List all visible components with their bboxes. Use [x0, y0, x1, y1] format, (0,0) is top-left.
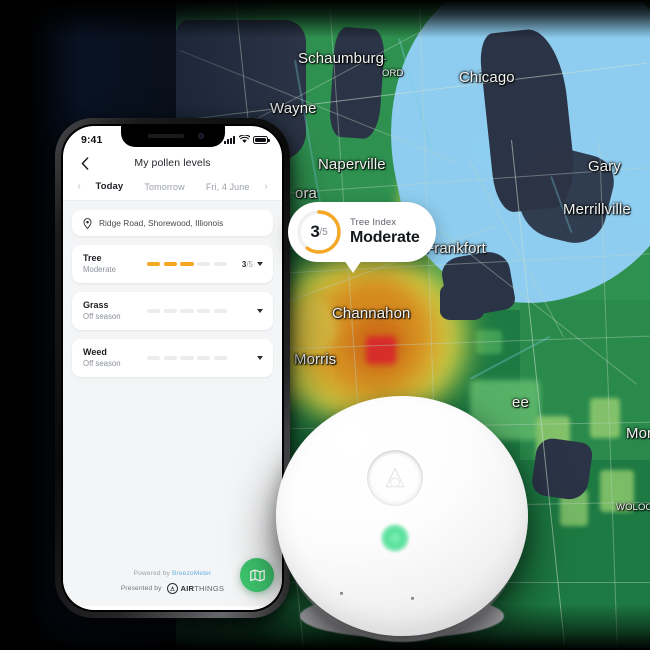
wifi-icon: [238, 135, 250, 143]
airthings-a-logo-icon: [365, 448, 425, 508]
day-tab[interactable]: Tomorrow: [144, 182, 184, 192]
pollen-level-segment: [180, 262, 194, 266]
prev-day-button[interactable]: ‹: [73, 181, 85, 192]
callout-label: Tree Index: [350, 217, 397, 228]
presented-by-text: Presented by: [120, 585, 162, 592]
map-fab-button[interactable]: [240, 558, 274, 592]
pollen-status: Moderate: [83, 264, 116, 274]
pollen-list: Tree Moderate 3/5 Grass Off season Weed Off se…: [72, 245, 273, 377]
callout-value: Moderate: [350, 229, 420, 246]
pollen-row[interactable]: Weed Off season: [72, 339, 273, 377]
pollen-status: Off season: [83, 358, 121, 368]
gauge-score: 3: [310, 222, 320, 241]
location-text: Ridge Road, Shorewood, Illionois: [99, 218, 224, 228]
airthings-logo: AIRTHINGS: [166, 583, 225, 594]
phone-mockup: 9:41 My pollen levels ‹ Today Tomorrow F…: [55, 118, 290, 618]
expand-chevron-icon[interactable]: [257, 262, 263, 266]
pollen-level-bar: [141, 262, 233, 266]
airthings-wordmark: AIRTHINGS: [181, 584, 225, 593]
map-label: Wayne: [270, 100, 317, 117]
app-content: Ridge Road, Shorewood, Illionois Tree Mod…: [63, 201, 282, 606]
pollen-value: 3/5: [242, 260, 253, 269]
pollen-name: Tree: [83, 253, 102, 264]
map-label: Chicago: [459, 69, 515, 86]
day-tabs[interactable]: ‹ Today Tomorrow Fri, 4 June ›: [63, 177, 282, 201]
map-label: Moro: [626, 425, 650, 442]
powered-by-text: Powered by BreezoMeter: [134, 570, 212, 577]
day-tab[interactable]: Today: [96, 181, 124, 192]
map-label: Gary: [588, 158, 621, 175]
pollen-level-segment: [213, 309, 228, 313]
status-time: 9:41: [81, 133, 103, 146]
device-body: [276, 396, 528, 636]
pollen-level-bar: [141, 356, 233, 360]
pollen-name: Grass: [83, 300, 109, 311]
tree-index-gauge: 3/5: [296, 209, 342, 255]
map-label: WOLOCCO: [616, 502, 650, 513]
pollen-name: Weed: [83, 347, 107, 358]
signal-bars-icon: [224, 136, 235, 144]
battery-icon: [253, 135, 270, 144]
status-bar: 9:41: [63, 126, 282, 149]
pollen-level-segment: [163, 262, 177, 266]
day-tab[interactable]: Fri, 4 June: [206, 182, 250, 192]
airthings-logo-icon: [166, 583, 178, 594]
gauge-value: 3/5: [296, 209, 342, 255]
status-led: [381, 524, 409, 552]
map-label: ora: [295, 185, 317, 202]
map-label: Frankfort: [425, 240, 486, 257]
location-pin-icon: [83, 217, 92, 229]
airthings-light: THINGS: [194, 584, 225, 593]
map-label: ORD: [382, 68, 404, 79]
map-label: Schaumburg: [298, 50, 385, 67]
sensor-hole-left: [340, 592, 344, 596]
pollen-level-segment: [180, 356, 194, 360]
powered-by-prefix: Powered by: [133, 570, 172, 577]
airthings-wave-device: [276, 396, 528, 648]
sensor-hole-right: [411, 597, 415, 601]
map-label: Morris: [294, 351, 337, 368]
expand-chevron-icon[interactable]: [257, 309, 263, 313]
urban-area-small: [440, 284, 484, 320]
location-field[interactable]: Ridge Road, Shorewood, Illionois: [72, 210, 273, 236]
pollen-level-segment: [197, 309, 211, 313]
map-label: Merrillville: [563, 201, 631, 218]
expand-chevron-icon[interactable]: [257, 356, 263, 360]
gauge-max: /5: [319, 226, 328, 238]
urban-area-south: [530, 436, 594, 502]
pollen-level-segment: [147, 309, 161, 313]
pollen-row[interactable]: Tree Moderate 3/5: [72, 245, 273, 283]
pollen-level-segment: [163, 356, 177, 360]
day-tab-list[interactable]: Today Tomorrow Fri, 4 June: [85, 181, 260, 192]
pollen-level-segment: [180, 309, 194, 313]
pollen-level-segment: [147, 262, 161, 266]
pollen-level-segment: [147, 356, 161, 360]
pollen-level-segment: [213, 262, 228, 266]
next-day-button[interactable]: ›: [260, 181, 272, 192]
map-icon: [249, 568, 265, 582]
pollen-row[interactable]: Grass Off season: [72, 292, 273, 330]
map-label: Channahon: [332, 305, 411, 322]
screenshot-root: ✈ Schaumburg ORD Chicago Wayne Naperville Gar…: [0, 0, 650, 650]
pollen-level-segment: [197, 262, 211, 266]
pollen-status: Off season: [83, 311, 121, 321]
pollen-level-segment: [213, 356, 228, 360]
pollen-value-max: /5: [246, 259, 253, 269]
pollen-level-segment: [197, 356, 211, 360]
pollen-level-bar: [141, 309, 233, 313]
airthings-bold: AIR: [180, 584, 195, 593]
app-navbar: My pollen levels: [63, 149, 282, 177]
page-title: My pollen levels: [134, 157, 211, 169]
tree-index-callout[interactable]: 3/5 Tree Index Moderate: [288, 202, 436, 273]
breezometer-brand: BreezoMeter: [171, 570, 212, 577]
phone-screen[interactable]: 9:41 My pollen levels ‹ Today Tomorrow F…: [63, 126, 282, 610]
pollen-level-segment: [163, 309, 177, 313]
map-label: Naperville: [318, 156, 386, 173]
